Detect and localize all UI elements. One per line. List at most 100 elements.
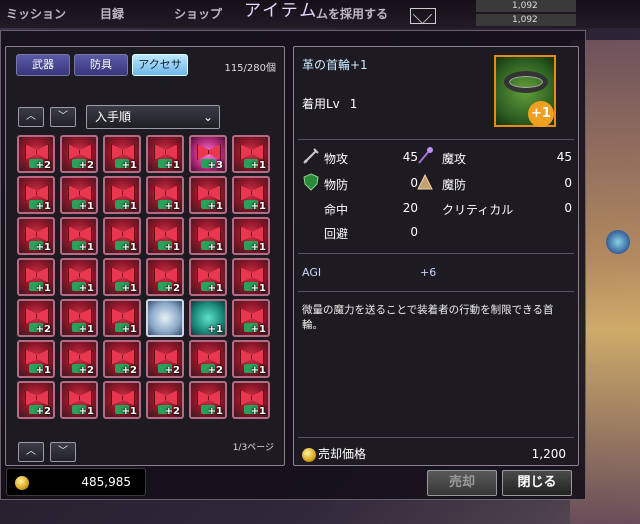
bow-icon	[240, 144, 264, 158]
inventory-slot[interactable]: +1	[232, 135, 270, 173]
item-window: 武器 防具 アクセサリ 115/280個 ︿ ﹀ 入手順 ⌄ +2 +2 +1 +1 +…	[0, 30, 586, 500]
slot-level: +1	[250, 324, 266, 335]
bow-icon	[154, 226, 178, 240]
bow-icon	[154, 144, 178, 158]
slot-level: +1	[207, 242, 223, 253]
stat-mdef-label: 魔防	[442, 178, 467, 192]
stat-matk-value: 45	[556, 150, 572, 164]
nav-shop[interactable]: ショップ	[174, 5, 222, 22]
bow-icon	[25, 185, 49, 199]
stat-patk-value: 45	[402, 150, 418, 164]
inventory-slot[interactable]: +1	[232, 258, 270, 296]
bow-icon	[25, 226, 49, 240]
inventory-slot[interactable]: +1	[103, 299, 141, 337]
inventory-slot[interactable]: +1	[232, 340, 270, 378]
sort-asc-button[interactable]: ︿	[18, 107, 44, 127]
tab-accessory[interactable]: アクセサリ	[132, 54, 188, 91]
equip-level: 着用Lv 1	[302, 95, 357, 112]
inventory-slot[interactable]: +2	[17, 135, 55, 173]
slot-level: +1	[207, 324, 223, 335]
inventory-slot[interactable]: +1	[189, 217, 227, 255]
inventory-slot[interactable]: +1	[60, 381, 98, 419]
bow-icon	[68, 349, 92, 363]
nav-mission[interactable]: ミッション	[6, 5, 66, 22]
sort-label: 入手順	[95, 110, 132, 124]
inventory-slot[interactable]: +2	[17, 381, 55, 419]
bow-icon	[154, 390, 178, 404]
inventory-slot[interactable]: +2	[146, 258, 184, 296]
inventory-slot[interactable]: +1	[146, 176, 184, 214]
inventory-slot[interactable]: +1	[103, 135, 141, 173]
sword-icon	[303, 148, 319, 164]
bow-icon	[197, 349, 221, 363]
inventory-slot[interactable]: +1	[17, 217, 55, 255]
nav-recruit[interactable]: ムを採用する	[316, 5, 388, 22]
money-display: 485,985	[6, 468, 146, 496]
bow-icon	[25, 390, 49, 404]
inventory-slot[interactable]: +1	[146, 217, 184, 255]
bow-icon	[197, 226, 221, 240]
inventory-slot[interactable]: +1	[17, 340, 55, 378]
inventory-slot[interactable]: +1	[103, 381, 141, 419]
inventory-slot[interactable]: +1	[60, 176, 98, 214]
bow-icon	[68, 308, 92, 322]
stat-accuracy: 命中 20	[324, 201, 418, 218]
inventory-slot[interactable]: +1	[103, 258, 141, 296]
inventory-slot[interactable]: +2	[60, 135, 98, 173]
sort-desc-button[interactable]: ﹀	[50, 107, 76, 127]
page-up-button[interactable]: ︿	[18, 442, 44, 462]
inventory-slot[interactable]: +1	[60, 299, 98, 337]
slot-level: +1	[250, 242, 266, 253]
nav-catalog[interactable]: 目録	[100, 5, 124, 22]
detail-panel: 革の首輪+1 着用Lv 1 +1 物攻 45 魔攻 45 物防 0 魔防 0 命中 20 ク…	[293, 46, 579, 466]
inventory-slot[interactable]	[146, 299, 184, 337]
inventory-slot[interactable]: +1	[189, 258, 227, 296]
inventory-slot[interactable]: +1	[60, 258, 98, 296]
bow-icon	[240, 349, 264, 363]
money-value: 485,985	[81, 475, 131, 489]
inventory-slot[interactable]: +2	[103, 340, 141, 378]
inventory-slot[interactable]: +1	[232, 381, 270, 419]
inventory-slot[interactable]: +2	[146, 340, 184, 378]
bow-icon	[111, 267, 135, 281]
slot-level: +3	[207, 160, 223, 171]
bow-icon	[154, 349, 178, 363]
stat-accuracy-value: 20	[402, 201, 418, 215]
inventory-slot[interactable]: +2	[17, 299, 55, 337]
inventory-slot[interactable]: +1	[103, 217, 141, 255]
close-button[interactable]: 閉じる	[502, 470, 572, 496]
slot-level: +1	[250, 283, 266, 294]
magic-defense-icon	[417, 173, 433, 190]
inventory-slot[interactable]: +3	[189, 135, 227, 173]
stat-evasion: 回避 0	[324, 225, 418, 242]
bow-icon	[25, 308, 49, 322]
inventory-slot[interactable]: +2	[146, 381, 184, 419]
tab-weapon[interactable]: 武器	[16, 54, 70, 76]
tab-armor[interactable]: 防具	[74, 54, 128, 76]
sort-dropdown[interactable]: 入手順 ⌄	[86, 105, 220, 129]
inventory-slot[interactable]: +1	[189, 176, 227, 214]
page-down-button[interactable]: ﹀	[50, 442, 76, 462]
bonus-label: AGI	[302, 266, 322, 279]
inventory-slot[interactable]: +1	[189, 381, 227, 419]
bow-icon	[111, 308, 135, 322]
bow-icon	[197, 144, 221, 158]
inventory-slot[interactable]: +1	[17, 258, 55, 296]
bow-icon	[111, 226, 135, 240]
slot-level: +2	[207, 365, 223, 376]
inventory-slot[interactable]: +1	[60, 217, 98, 255]
inventory-slot[interactable]: +2	[60, 340, 98, 378]
inventory-slot[interactable]: +1	[232, 176, 270, 214]
mail-icon[interactable]	[410, 8, 436, 24]
inventory-slot[interactable]: +1	[17, 176, 55, 214]
inventory-slot[interactable]: +1	[189, 299, 227, 337]
sell-button[interactable]: 売却	[427, 470, 497, 496]
inventory-slot[interactable]: +1	[232, 299, 270, 337]
inventory-slot[interactable]: +1	[103, 176, 141, 214]
inventory-slot[interactable]: +1	[232, 217, 270, 255]
inventory-slot[interactable]: +1	[146, 135, 184, 173]
inventory-slot[interactable]: +2	[189, 340, 227, 378]
slot-level: +1	[78, 324, 94, 335]
slot-level: +1	[78, 201, 94, 212]
page-title: アイテム	[244, 1, 319, 21]
